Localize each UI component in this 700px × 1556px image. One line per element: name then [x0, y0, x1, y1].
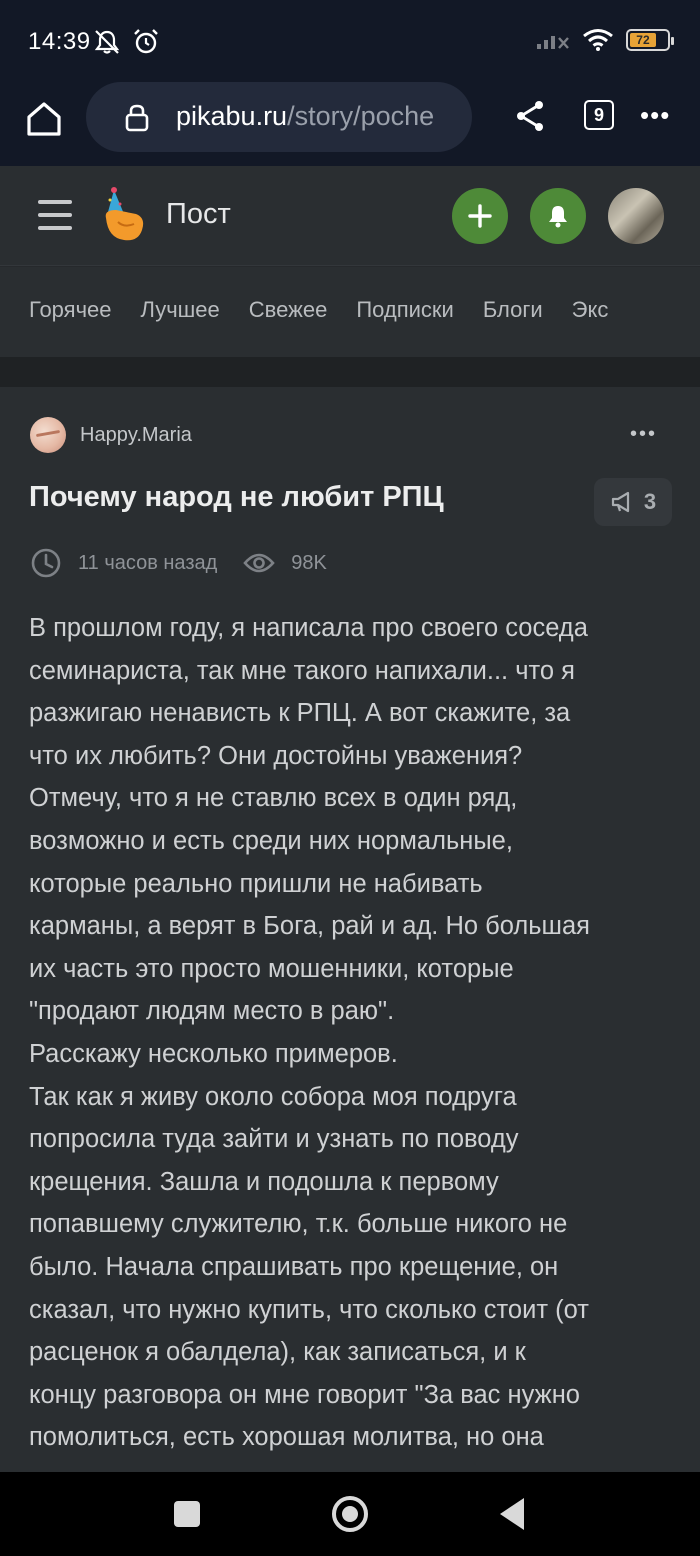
- body-line: карманы, а верят в Бога, рай и ад. Но бо…: [29, 912, 590, 941]
- lock-icon: [125, 104, 149, 132]
- wifi-icon: [583, 29, 613, 51]
- signal-icon: [537, 36, 569, 49]
- page-title: Пост: [166, 198, 231, 230]
- add-post-button[interactable]: [452, 188, 508, 244]
- body-line: попавшему служителю, т.к. больше никого …: [29, 1210, 568, 1239]
- status-icons-right: 72: [536, 28, 674, 52]
- post-meta: 11 часов назад 98K: [30, 547, 327, 579]
- tab-blogs[interactable]: Блоги: [483, 297, 543, 323]
- tab-subscriptions[interactable]: Подписки: [356, 297, 454, 323]
- status-time: 14:39: [28, 28, 91, 55]
- post-views: 98K: [291, 551, 327, 574]
- browser-menu-button[interactable]: •••: [640, 100, 670, 131]
- body-line: Так как я живу около собора моя подруга: [29, 1082, 517, 1111]
- mute-icon: [94, 30, 120, 54]
- back-button[interactable]: [500, 1498, 524, 1530]
- comments-button[interactable]: 3: [594, 478, 672, 526]
- comments-count: 3: [643, 489, 657, 514]
- site-header: Пост: [0, 166, 700, 266]
- system-nav-bar: [0, 1472, 700, 1556]
- tab-best[interactable]: Лучшее: [141, 297, 220, 323]
- post-body: В прошлом году, я написала про своего со…: [29, 607, 679, 1459]
- body-line: расценок я обалдела), как записаться, и …: [29, 1338, 526, 1367]
- body-line: что их любить? Они достойны уважения?: [29, 741, 523, 770]
- status-bar: 14:39 72: [0, 0, 700, 82]
- tab-experts[interactable]: Экс: [572, 297, 609, 323]
- megaphone-icon: [611, 491, 629, 513]
- url-host: pikabu.ru: [176, 101, 288, 131]
- home-icon[interactable]: [24, 99, 64, 139]
- post-title: Почему народ не любит РПЦ: [29, 481, 444, 513]
- eye-icon: [243, 553, 276, 573]
- pikabu-logo[interactable]: [100, 186, 150, 244]
- url-text: pikabu.ru/story/poche: [176, 101, 434, 132]
- body-line: возможно и есть среди них нормальные,: [29, 826, 513, 855]
- body-line: их часть это просто мошенники, которые: [29, 954, 514, 983]
- recents-button[interactable]: [174, 1501, 200, 1527]
- plus-icon: [468, 204, 492, 228]
- body-line: помолиться, есть хорошая молитва, но она: [29, 1423, 544, 1452]
- body-line: разжигаю ненависть к РПЦ. А вот скажите,…: [29, 699, 571, 728]
- body-line: семинариста, так мне такого напихали... …: [29, 656, 575, 685]
- notifications-button[interactable]: [530, 188, 586, 244]
- bell-icon: [549, 206, 567, 228]
- body-line: концу разговора он мне говорит "За вас н…: [29, 1380, 580, 1409]
- share-icon[interactable]: [512, 98, 548, 134]
- post-menu-button[interactable]: •••: [630, 423, 657, 446]
- url-bar[interactable]: pikabu.ru/story/poche: [86, 82, 472, 152]
- hamburger-menu-icon[interactable]: [38, 200, 72, 230]
- author-name[interactable]: Happy.Maria: [80, 424, 192, 447]
- body-line: сказал, что нужно купить, что сколько ст…: [29, 1295, 589, 1324]
- tab-fresh[interactable]: Свежее: [249, 297, 328, 323]
- battery-icon: 72: [626, 29, 674, 51]
- status-icons-left: [92, 28, 160, 56]
- tab-hot[interactable]: Горячее: [29, 297, 112, 323]
- body-line: попросила туда зайти и узнать по поводу: [29, 1125, 519, 1154]
- body-line: было. Начала спрашивать про крещение, он: [29, 1252, 559, 1281]
- url-path: /story/poche: [287, 101, 435, 131]
- home-button[interactable]: [332, 1496, 368, 1532]
- author-avatar[interactable]: [30, 417, 66, 453]
- author-row[interactable]: Happy.Maria: [30, 417, 192, 453]
- body-line: Расскажу несколько примеров.: [29, 1039, 398, 1068]
- battery-level: 72: [630, 33, 656, 47]
- body-line: Отмечу, что я не ставлю всех в один ряд,: [29, 784, 518, 813]
- browser-toolbar: pikabu.ru/story/poche 9 •••: [0, 82, 700, 166]
- body-line: В прошлом году, я написала про своего со…: [29, 614, 588, 642]
- nav-tabs: Горячее Лучшее Свежее Подписки Блоги Экс: [0, 267, 700, 357]
- post-time: 11 часов назад: [78, 551, 218, 574]
- clock-icon: [31, 548, 61, 578]
- user-avatar[interactable]: [608, 188, 664, 244]
- section-divider: [0, 357, 700, 387]
- tab-switcher-button[interactable]: 9: [584, 100, 614, 130]
- body-line: крещения. Зашла и подошла к первому: [29, 1167, 499, 1196]
- alarm-icon: [134, 29, 158, 54]
- body-line: которые реально пришли не набивать: [29, 869, 483, 898]
- body-line: "продают людям место в раю".: [29, 997, 395, 1026]
- post-card: Happy.Maria ••• Почему народ не любит РП…: [0, 387, 700, 1472]
